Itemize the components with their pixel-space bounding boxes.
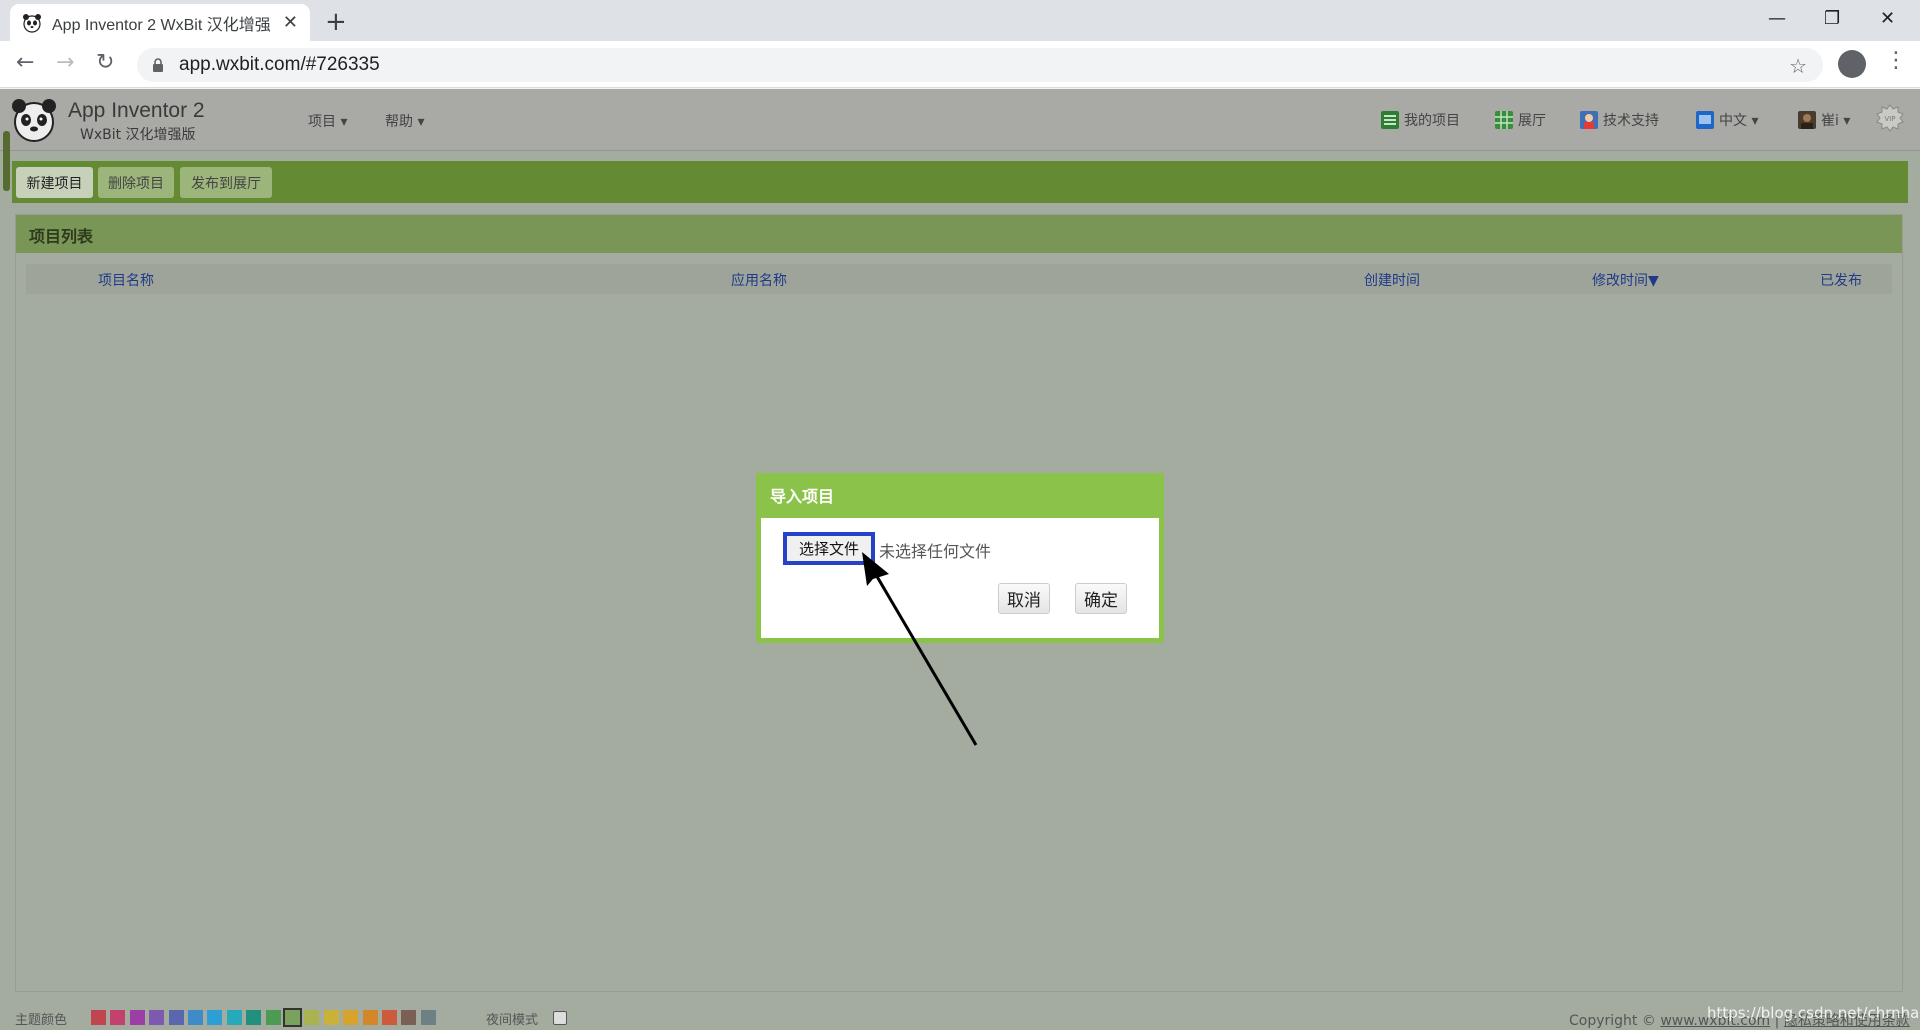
- theme-swatch[interactable]: [382, 1010, 397, 1025]
- theme-swatch[interactable]: [323, 1010, 339, 1025]
- column-app-name[interactable]: 应用名称: [731, 270, 787, 290]
- import-project-dialog: 导入项目 选择文件 未选择任何文件 取消 确定: [756, 473, 1164, 643]
- theme-swatch[interactable]: [343, 1010, 359, 1025]
- browser-toolbar: ← → ↻ app.wxbit.com/#726335 ☆: [0, 41, 1920, 88]
- browser-tab[interactable]: App Inventor 2 WxBit 汉化增强 ✕: [10, 4, 310, 41]
- minimize-icon[interactable]: —: [1768, 8, 1786, 29]
- app-subtitle: WxBit 汉化增强版: [80, 127, 196, 143]
- cancel-button[interactable]: 取消: [998, 583, 1050, 614]
- column-created[interactable]: 创建时间: [1364, 270, 1420, 290]
- theme-swatch[interactable]: [188, 1010, 203, 1025]
- theme-swatch[interactable]: [110, 1010, 126, 1025]
- theme-swatch[interactable]: [207, 1010, 223, 1025]
- theme-swatch[interactable]: [420, 1010, 436, 1025]
- theme-swatch[interactable]: [401, 1010, 417, 1025]
- dialog-title: 导入项目: [770, 487, 835, 506]
- theme-swatch[interactable]: [91, 1010, 106, 1025]
- publish-gallery-button[interactable]: 发布到展厅: [180, 167, 272, 198]
- app-header: App Inventor 2 WxBit 汉化增强版 项目 ▾ 帮助 ▾ 我的项…: [0, 89, 1920, 151]
- reload-icon[interactable]: ↻: [96, 50, 114, 75]
- svg-text:VIP: VIP: [1884, 115, 1895, 123]
- vip-badge-icon[interactable]: VIP: [1875, 103, 1905, 133]
- nav-user-label: 崔i ▾: [1821, 113, 1851, 129]
- panda-favicon-icon: [23, 13, 41, 33]
- menu-project[interactable]: 项目 ▾: [308, 111, 347, 131]
- bookmark-star-icon[interactable]: ☆: [1789, 54, 1807, 78]
- forward-icon[interactable]: →: [56, 50, 74, 75]
- nav-gallery[interactable]: 展厅: [1495, 110, 1546, 130]
- nav-support[interactable]: 技术支持: [1580, 110, 1659, 130]
- app-page: App Inventor 2 WxBit 汉化增强版 项目 ▾ 帮助 ▾ 我的项…: [0, 89, 1920, 1030]
- theme-swatch[interactable]: [168, 1010, 184, 1025]
- watermark-text: https://blog.csdn.net/chrnhao: [1707, 1004, 1920, 1022]
- theme-swatch[interactable]: [304, 1010, 320, 1025]
- choose-file-button[interactable]: 选择文件: [783, 532, 875, 565]
- project-toolbar: 新建项目 删除项目 发布到展厅: [12, 161, 1908, 203]
- project-table-header: 项目名称 应用名称 创建时间 修改时间▼ 已发布: [26, 264, 1892, 294]
- theme-swatch[interactable]: [129, 1010, 145, 1025]
- close-tab-icon[interactable]: ✕: [283, 12, 298, 33]
- theme-swatch[interactable]: [226, 1010, 242, 1025]
- theme-swatch[interactable]: [149, 1010, 165, 1025]
- new-tab-icon[interactable]: +: [325, 7, 347, 37]
- new-project-button[interactable]: 新建项目: [16, 167, 93, 198]
- close-window-icon[interactable]: ✕: [1880, 8, 1895, 29]
- dialog-body: 选择文件 未选择任何文件 取消 确定: [761, 518, 1159, 638]
- theme-swatch[interactable]: [265, 1010, 281, 1025]
- support-person-icon: [1580, 111, 1598, 129]
- browser-tabstrip: App Inventor 2 WxBit 汉化增强 ✕ + — ❐ ✕: [0, 0, 1920, 41]
- tab-title: App Inventor 2 WxBit 汉化增强: [52, 16, 271, 34]
- file-status-text: 未选择任何文件: [879, 542, 992, 561]
- browser-menu-icon[interactable]: ⋮: [1885, 48, 1907, 73]
- column-modified[interactable]: 修改时间▼: [1592, 270, 1659, 290]
- restore-icon[interactable]: ❐: [1824, 8, 1840, 29]
- nav-language[interactable]: 中文 ▾: [1696, 110, 1758, 130]
- nav-language-label: 中文 ▾: [1719, 113, 1759, 129]
- back-icon[interactable]: ←: [16, 50, 34, 75]
- grid-icon: [1495, 111, 1513, 129]
- project-list-title: 项目列表: [29, 227, 94, 246]
- address-bar[interactable]: app.wxbit.com/#726335 ☆: [137, 48, 1823, 82]
- list-icon: [1381, 111, 1399, 129]
- nav-gallery-label: 展厅: [1518, 113, 1546, 129]
- app-footer: 主题颜色 夜间模式 Copyright © www.wxbit.com | 隐私…: [0, 1001, 1920, 1030]
- column-project-name[interactable]: 项目名称: [98, 270, 154, 290]
- side-scroll-indicator[interactable]: [3, 131, 10, 191]
- theme-swatch[interactable]: [246, 1010, 262, 1025]
- nav-user[interactable]: 崔i ▾: [1798, 110, 1850, 130]
- theme-color-label: 主题颜色: [15, 1013, 68, 1028]
- language-icon: [1696, 111, 1714, 129]
- url-text: app.wxbit.com/#726335: [179, 54, 380, 75]
- column-published[interactable]: 已发布: [1820, 270, 1862, 290]
- delete-project-button[interactable]: 删除项目: [98, 167, 174, 198]
- copyright-prefix: Copyright ©: [1569, 1013, 1656, 1029]
- theme-swatch[interactable]: [362, 1010, 378, 1025]
- profile-avatar-icon[interactable]: [1838, 50, 1866, 78]
- lock-icon: [153, 58, 163, 72]
- night-mode-label: 夜间模式: [486, 1013, 539, 1028]
- app-name: App Inventor 2: [68, 99, 205, 122]
- night-mode-checkbox[interactable]: [553, 1011, 567, 1025]
- ok-button[interactable]: 确定: [1075, 583, 1127, 614]
- nav-my-projects[interactable]: 我的项目: [1381, 110, 1460, 130]
- panda-logo-icon[interactable]: [10, 97, 58, 143]
- project-list-header: 项目列表: [16, 215, 1902, 253]
- nav-my-projects-label: 我的项目: [1404, 113, 1460, 129]
- menu-help[interactable]: 帮助 ▾: [385, 111, 424, 131]
- theme-swatch[interactable]: [283, 1008, 302, 1027]
- user-avatar-icon: [1798, 111, 1816, 129]
- nav-support-label: 技术支持: [1603, 113, 1659, 129]
